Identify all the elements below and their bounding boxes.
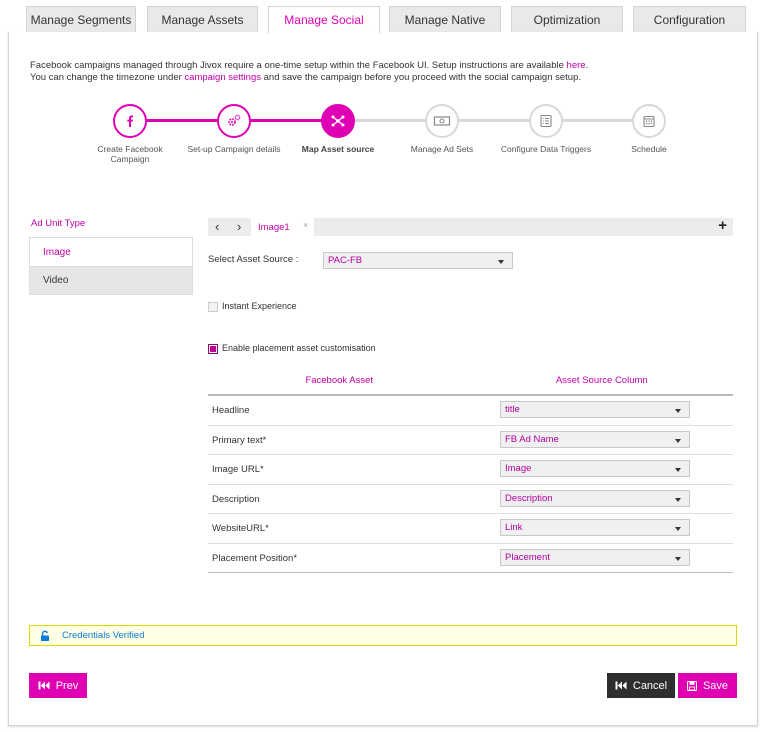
- table-row: Placement Position* Placement: [208, 544, 733, 573]
- step-manage-ad-sets[interactable]: Manage Ad Sets: [392, 104, 492, 154]
- table-row: Primary text* FB Ad Name: [208, 426, 733, 455]
- asset-column-value: Link: [505, 522, 523, 533]
- table-row: Description Description: [208, 485, 733, 514]
- step-setup-campaign-details[interactable]: Set-up Campaign details: [184, 104, 284, 154]
- info-text: and save the campaign before you proceed…: [260, 72, 582, 83]
- step-label: Set-up Campaign details: [187, 144, 281, 154]
- tab-optimization[interactable]: Optimization: [511, 6, 623, 32]
- asset-source-value: PAC-FB: [328, 255, 363, 266]
- creative-tab-bar: ‹ › Image1 × +: [208, 217, 733, 236]
- instant-experience-checkbox[interactable]: [208, 302, 218, 312]
- asset-column-value: Placement: [505, 551, 550, 563]
- tab-manage-segments[interactable]: Manage Segments: [26, 6, 136, 32]
- prev-button[interactable]: Prev: [29, 673, 87, 698]
- unlock-icon: [41, 630, 49, 641]
- skip-back-icon: [615, 681, 627, 690]
- table-header: Facebook Asset Asset Source Column: [208, 366, 733, 396]
- credentials-status: Credentials Verified: [62, 630, 145, 641]
- main-tabs: Manage Segments Manage Assets Manage Soc…: [26, 6, 746, 33]
- caret-down-icon: [675, 468, 681, 472]
- chevron-left-icon[interactable]: ‹: [215, 219, 219, 234]
- caret-down-icon: [675, 438, 681, 443]
- table-row: Headline title: [208, 396, 733, 426]
- facebook-icon: [113, 104, 147, 138]
- ad-unit-image[interactable]: Image: [30, 238, 192, 266]
- asset-column-select[interactable]: FB Ad Name: [500, 430, 690, 448]
- facebook-asset-name: Headline: [212, 405, 250, 416]
- list-icon: [529, 104, 563, 138]
- tab-manage-assets[interactable]: Manage Assets: [147, 6, 258, 32]
- instant-experience-label: Instant Experience: [222, 301, 297, 311]
- placement-customisation-checkbox[interactable]: [208, 344, 218, 354]
- money-icon: [425, 104, 459, 138]
- asset-column-select[interactable]: title: [500, 401, 690, 418]
- facebook-asset-name: Primary text*: [212, 434, 267, 446]
- add-creative-button[interactable]: +: [718, 217, 727, 234]
- caret-down-icon: [498, 260, 504, 264]
- chevron-right-icon[interactable]: ›: [237, 219, 241, 234]
- asset-column-value: Description: [505, 492, 553, 504]
- share-nodes-icon: [321, 104, 355, 138]
- calendar-icon: [632, 104, 666, 138]
- step-label: Schedule: [631, 144, 667, 154]
- placement-customisation-label: Enable placement asset customisation: [222, 343, 376, 353]
- step-schedule[interactable]: Schedule: [599, 104, 699, 154]
- asset-column-value: Image: [505, 463, 532, 474]
- info-text: .: [585, 60, 589, 71]
- caret-down-icon: [675, 409, 681, 413]
- close-icon[interactable]: ×: [303, 220, 308, 230]
- step-label: Manage Ad Sets: [410, 144, 474, 154]
- column-header-asset-source: Asset Source Column: [555, 374, 648, 386]
- step-configure-data-triggers[interactable]: Configure Data Triggers: [496, 104, 596, 154]
- creative-tab-image1[interactable]: Image1 ×: [251, 218, 314, 236]
- caret-down-icon: [675, 556, 681, 561]
- save-label: Save: [702, 679, 729, 692]
- asset-column-select[interactable]: Image: [500, 460, 690, 477]
- step-create-facebook-campaign[interactable]: Create Facebook Campaign: [80, 104, 180, 164]
- facebook-asset-name: Description: [212, 493, 260, 505]
- facebook-asset-name: Placement Position*: [212, 552, 298, 564]
- save-button[interactable]: Save: [678, 673, 737, 698]
- ad-unit-type-heading: Ad Unit Type: [31, 218, 86, 229]
- credentials-banner: Credentials Verified: [29, 625, 737, 646]
- asset-column-select[interactable]: Description: [500, 489, 690, 507]
- wizard-stepper: Create Facebook Campaign Set-up Campaign…: [0, 100, 765, 170]
- asset-column-select[interactable]: Link: [500, 519, 690, 536]
- ad-unit-type-list: Image Video: [29, 237, 193, 295]
- step-label: Create Facebook Campaign: [97, 144, 163, 164]
- info-text: Facebook campaigns managed through Jivox…: [30, 60, 567, 71]
- facebook-asset-name: Image URL*: [212, 464, 264, 475]
- table-row: Image URL* Image: [208, 455, 733, 485]
- cancel-button[interactable]: Cancel: [607, 673, 675, 698]
- table-row: WebsiteURL* Link: [208, 514, 733, 544]
- cancel-label: Cancel: [632, 679, 668, 692]
- facebook-asset-name: WebsiteURL*: [212, 523, 269, 534]
- column-header-facebook-asset: Facebook Asset: [305, 374, 374, 386]
- setup-instructions-link[interactable]: here: [567, 60, 586, 71]
- ad-unit-video[interactable]: Video: [30, 266, 192, 294]
- asset-source-select[interactable]: PAC-FB: [323, 252, 513, 269]
- asset-column-value: title: [505, 404, 520, 415]
- floppy-disk-icon: [686, 680, 697, 691]
- skip-back-icon: [38, 681, 50, 690]
- step-map-asset-source[interactable]: Map Asset source: [288, 104, 388, 154]
- info-text: You can change the timezone under: [30, 72, 185, 83]
- asset-mapping-table: Facebook Asset Asset Source Column Headl…: [208, 366, 733, 573]
- campaign-settings-link[interactable]: campaign settings: [184, 72, 261, 83]
- tab-manage-native[interactable]: Manage Native: [389, 6, 501, 32]
- asset-column-select[interactable]: Placement: [500, 548, 690, 566]
- step-label: Configure Data Triggers: [500, 144, 592, 154]
- caret-down-icon: [675, 527, 681, 531]
- step-label: Map Asset source: [301, 144, 375, 154]
- creative-tab-label: Image1: [258, 221, 290, 233]
- caret-down-icon: [675, 497, 681, 502]
- tab-manage-social[interactable]: Manage Social: [268, 6, 380, 33]
- asset-column-value: FB Ad Name: [505, 433, 559, 445]
- prev-label: Prev: [55, 679, 79, 692]
- asset-source-label: Select Asset Source :: [208, 254, 299, 265]
- gears-icon: [217, 104, 251, 138]
- setup-info: Facebook campaigns managed through Jivox…: [30, 60, 588, 84]
- tab-configuration[interactable]: Configuration: [633, 6, 746, 32]
